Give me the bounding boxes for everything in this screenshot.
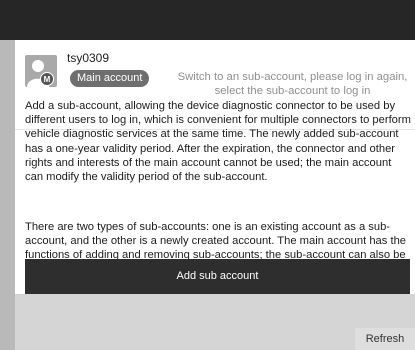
avatar-icon: M [25,55,57,87]
refresh-button[interactable]: Refresh [355,328,415,350]
add-sub-account-button[interactable]: Add sub account [25,259,410,294]
bottom-bar: Refresh [15,294,415,350]
avatar-letter: M [44,75,51,84]
main-account-badge: Main account [70,70,150,87]
switch-account-hint: Switch to an sub-account, please log in … [177,71,408,97]
username: tsy0309 [67,51,110,65]
top-bar [0,0,415,40]
description-paragraph-1: Add a sub-account, allowing the device d… [25,100,411,184]
account-row: M tsy0309 Main account Switch to an sub-… [15,40,415,97]
